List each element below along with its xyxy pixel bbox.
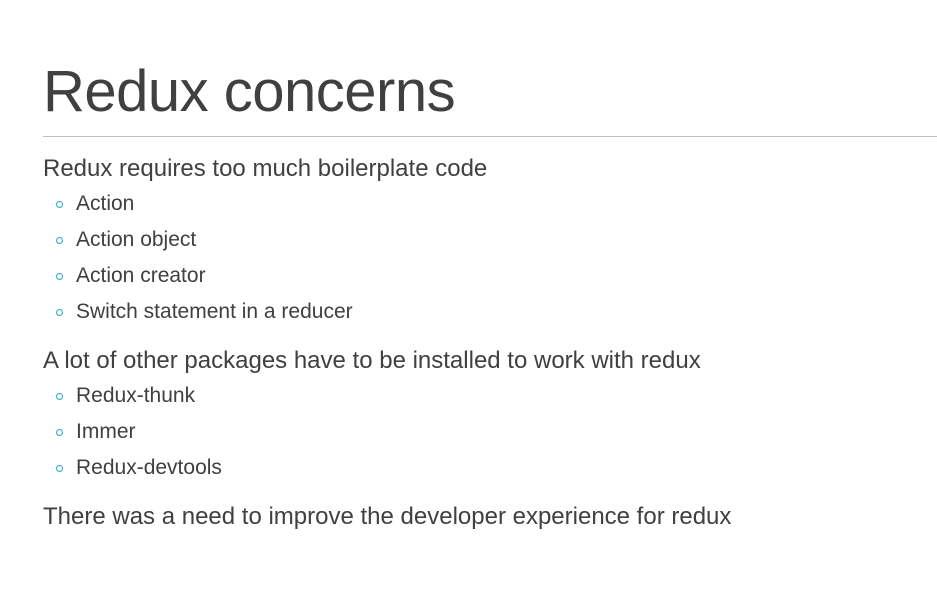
list-item: Action bbox=[43, 186, 923, 222]
slide-content: Redux requires too much boilerplate code… bbox=[43, 152, 923, 534]
section-heading-developer-experience: There was a need to improve the develope… bbox=[43, 503, 732, 530]
list-item: Action creator bbox=[43, 258, 923, 294]
list-item-label: Switch statement in a reducer bbox=[76, 300, 353, 323]
section-heading-packages: A lot of other packages have to be insta… bbox=[43, 347, 701, 374]
list-item-label: Immer bbox=[76, 420, 136, 443]
list-item-label: Action creator bbox=[76, 264, 206, 287]
hollow-circle-bullet-icon bbox=[56, 429, 63, 436]
list-item: Redux-devtools bbox=[43, 450, 923, 486]
list-item: Switch statement in a reducer bbox=[43, 294, 923, 330]
list-item: Action object bbox=[43, 222, 923, 258]
list-item: Redux-thunk bbox=[43, 378, 923, 414]
hollow-circle-bullet-icon bbox=[56, 309, 63, 316]
hollow-circle-bullet-icon bbox=[56, 273, 63, 280]
packages-list: Redux-thunk Immer Redux-devtools bbox=[43, 378, 923, 486]
list-item: Immer bbox=[43, 414, 923, 450]
list-item-label: Action object bbox=[76, 228, 197, 251]
list-item-label: Redux-devtools bbox=[76, 456, 222, 479]
title-divider bbox=[43, 136, 937, 137]
slide: Redux concerns Redux requires too much b… bbox=[0, 0, 937, 603]
slide-title: Redux concerns bbox=[43, 59, 456, 124]
boilerplate-list: Action Action object Action creator Swit… bbox=[43, 186, 923, 330]
hollow-circle-bullet-icon bbox=[56, 201, 63, 208]
list-item-label: Redux-thunk bbox=[76, 384, 196, 407]
list-item-label: Action bbox=[76, 192, 135, 215]
hollow-circle-bullet-icon bbox=[56, 237, 63, 244]
hollow-circle-bullet-icon bbox=[56, 393, 63, 400]
hollow-circle-bullet-icon bbox=[56, 465, 63, 472]
section-heading-boilerplate: Redux requires too much boilerplate code bbox=[43, 155, 488, 182]
